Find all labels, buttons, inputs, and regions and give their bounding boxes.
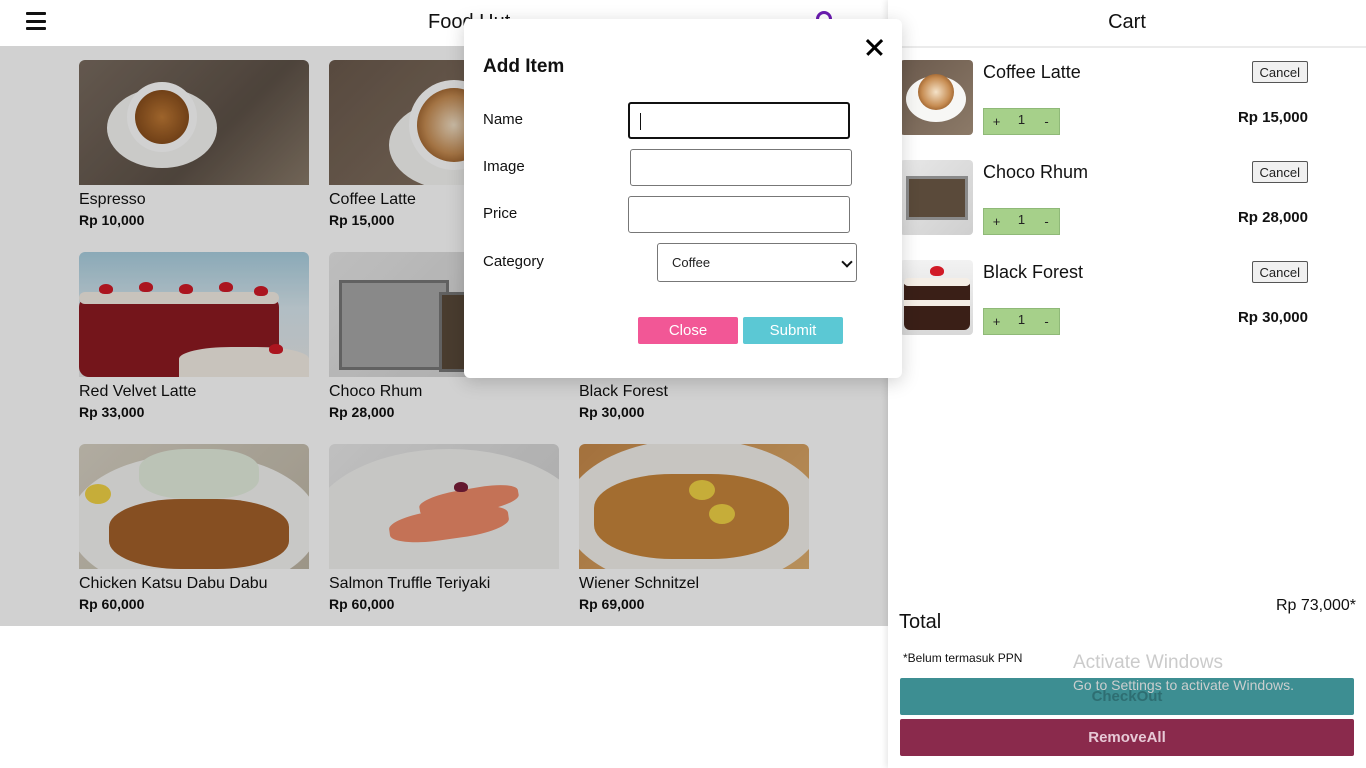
quantity-value: 1 [1017, 112, 1026, 127]
menu-item-name: Salmon Truffle Teriyaki [329, 575, 491, 592]
menu-item-price: Rp 10,000 [79, 212, 145, 228]
add-item-modal: Add Item Name Image Price Category Coffe… [464, 19, 902, 378]
menu-item-price: Rp 33,000 [79, 404, 145, 420]
close-icon[interactable] [865, 38, 883, 56]
menu-item-name: Black Forest [579, 383, 668, 400]
cart-item-name: Black Forest [983, 262, 1084, 282]
cart-title: Cart [1108, 11, 1146, 33]
menu-card-wiener-schnitzel[interactable]: Wiener Schnitzel Rp 69,000 [579, 444, 809, 630]
category-label: Category [483, 253, 544, 270]
name-field[interactable] [628, 102, 850, 139]
cart-panel: Cart Coffee Latte Cancel + 1 - Rp 15,000… [888, 0, 1366, 768]
cart-item: Black Forest Cancel + 1 - Rp 30,000 [900, 260, 1312, 340]
text-caret [640, 113, 641, 130]
menu-item-price: Rp 60,000 [79, 596, 145, 612]
wiener-schnitzel-image [579, 444, 809, 569]
decrement-button[interactable]: - [1034, 309, 1059, 334]
submit-button[interactable]: Submit [743, 317, 843, 344]
increment-button[interactable]: + [984, 209, 1009, 234]
cart-item-name: Choco Rhum [983, 162, 1089, 182]
total-value: Rp 73,000* [1275, 597, 1356, 614]
menu-card-espresso[interactable]: Espresso Rp 10,000 [79, 60, 309, 246]
category-select[interactable]: Coffee [657, 243, 857, 282]
total-label: Total [899, 611, 942, 633]
espresso-image [79, 60, 309, 185]
red-velvet-image [79, 252, 309, 377]
price-field[interactable] [628, 196, 850, 233]
image-field[interactable] [630, 149, 852, 186]
remove-all-button[interactable]: RemoveAll [900, 719, 1354, 756]
cart-item-price: Rp 28,000 [1237, 209, 1308, 226]
chevron-down-icon [841, 256, 853, 268]
cart-item-name: Coffee Latte [983, 62, 1081, 82]
checkout-button[interactable]: CheckOut [900, 678, 1354, 715]
name-label: Name [483, 111, 524, 128]
quantity-stepper: + 1 - [983, 108, 1060, 135]
tax-note: *Belum termasuk PPN [903, 651, 1023, 665]
cancel-button[interactable]: Cancel [1251, 161, 1308, 183]
quantity-value: 1 [1017, 312, 1026, 327]
menu-card-red-velvet-latte[interactable]: Red Velvet Latte Rp 33,000 [79, 252, 309, 438]
quantity-value: 1 [1017, 212, 1026, 227]
cart-item-price: Rp 30,000 [1237, 309, 1308, 326]
menu-item-price: Rp 28,000 [329, 404, 395, 420]
divider [888, 46, 1366, 48]
decrement-button[interactable]: - [1034, 209, 1059, 234]
modal-title: Add Item [483, 56, 565, 77]
cart-item-image [900, 60, 973, 135]
category-selected-value: Coffee [672, 255, 711, 270]
menu-item-name: Wiener Schnitzel [579, 575, 700, 592]
increment-button[interactable]: + [984, 309, 1009, 334]
hamburger-menu-icon[interactable] [26, 12, 46, 30]
cart-item: Choco Rhum Cancel + 1 - Rp 28,000 [900, 160, 1312, 240]
menu-item-price: Rp 69,000 [579, 596, 645, 612]
menu-item-name: Choco Rhum [329, 383, 423, 400]
cart-item-image [900, 160, 973, 235]
cancel-button[interactable]: Cancel [1251, 61, 1308, 83]
quantity-stepper: + 1 - [983, 308, 1060, 335]
salmon-truffle-image [329, 444, 559, 569]
increment-button[interactable]: + [984, 109, 1009, 134]
menu-card-salmon-truffle[interactable]: Salmon Truffle Teriyaki Rp 60,000 [329, 444, 559, 630]
decrement-button[interactable]: - [1034, 109, 1059, 134]
close-button[interactable]: Close [638, 317, 738, 344]
menu-item-name: Chicken Katsu Dabu Dabu [79, 575, 268, 592]
menu-item-name: Red Velvet Latte [79, 383, 197, 400]
menu-card-chicken-katsu[interactable]: Chicken Katsu Dabu Dabu Rp 60,000 [79, 444, 309, 630]
chicken-katsu-image [79, 444, 309, 569]
cart-item-image [900, 260, 973, 335]
menu-item-name: Espresso [79, 191, 146, 208]
cancel-button[interactable]: Cancel [1251, 261, 1308, 283]
menu-item-price: Rp 30,000 [579, 404, 645, 420]
cart-item-price: Rp 15,000 [1237, 109, 1308, 126]
quantity-stepper: + 1 - [983, 208, 1060, 235]
image-label: Image [483, 158, 525, 175]
price-label: Price [483, 205, 518, 222]
menu-item-price: Rp 60,000 [329, 596, 395, 612]
cart-item: Coffee Latte Cancel + 1 - Rp 15,000 [900, 60, 1312, 140]
